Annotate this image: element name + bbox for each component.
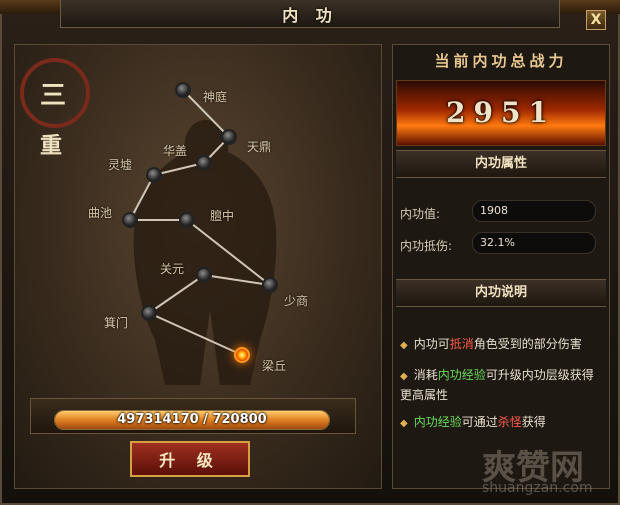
acupoint-shaoshang[interactable]: [262, 277, 278, 293]
attributes-header: 内功属性: [396, 150, 606, 178]
desc1-post: 角色受到的部分伤害: [473, 337, 582, 351]
description-header: 内功说明: [396, 279, 606, 307]
desc1-pre: 内功可: [413, 337, 450, 351]
description-line-2: ◆ 消耗内功经验可升级内功层级获得更高属性: [400, 366, 600, 405]
acupoint-label-shenting: 神庭: [203, 90, 228, 104]
bullet-icon: ◆: [400, 371, 408, 382]
stat-label-power: 内功值:: [400, 207, 441, 221]
bullet-icon: ◆: [400, 418, 408, 429]
acupoint-shenting[interactable]: [175, 82, 191, 98]
acupoint-label-guanyuan: 关元: [160, 262, 185, 276]
acupoint-lingxu[interactable]: [146, 167, 162, 183]
acupoint-guanyuan[interactable]: [196, 267, 212, 283]
desc1-highlight: 抵消: [449, 337, 474, 351]
acupoint-label-tianding: 天鼎: [247, 140, 272, 154]
desc3-mid: 可通过: [461, 415, 498, 429]
acupoint-label-jimen: 箕门: [104, 316, 129, 330]
description-line-3: ◆ 内功经验可通过杀怪获得: [400, 413, 600, 433]
watermark-url: shuangzan.com: [482, 480, 593, 496]
description-line-1: ◆ 内功可抵消角色受到的部分伤害: [400, 335, 600, 355]
acupoint-liangqiu-active[interactable]: [234, 347, 250, 363]
acupoint-danzhong[interactable]: [179, 212, 195, 228]
desc2-pre: 消耗: [413, 368, 438, 382]
stat-value-power: 1908: [480, 204, 508, 217]
acupoint-label-shaoshang: 少商: [284, 294, 309, 308]
stat-value-reduction: 32.1%: [480, 236, 515, 249]
power-title: 当前内功总战力: [434, 52, 568, 70]
power-value: 2951: [446, 96, 556, 129]
acupoint-label-liangqiu: 梁丘: [262, 359, 287, 373]
desc3-highlight: 内功经验: [413, 415, 462, 429]
desc2-highlight: 内功经验: [437, 368, 486, 382]
experience-text: 497314170 / 720800: [117, 412, 267, 427]
acupoint-label-huagai: 华盖: [163, 144, 188, 158]
acupoint-huagai[interactable]: [196, 155, 212, 171]
desc3-post: 获得: [521, 415, 546, 429]
acupoint-label-danzhong: 膻中: [210, 209, 235, 223]
stat-label-reduction: 内功抵伤:: [400, 239, 453, 253]
desc3-highlight-2: 杀怪: [497, 415, 522, 429]
upgrade-button[interactable]: 升 级: [130, 441, 250, 477]
acupoint-jimen[interactable]: [141, 305, 157, 321]
acupoint-label-quchi: 曲池: [88, 206, 113, 220]
bullet-icon: ◆: [400, 340, 408, 351]
acupoint-quchi[interactable]: [122, 212, 138, 228]
acupoint-label-lingxu: 灵墟: [108, 158, 133, 172]
acupoint-tianding[interactable]: [221, 129, 237, 145]
